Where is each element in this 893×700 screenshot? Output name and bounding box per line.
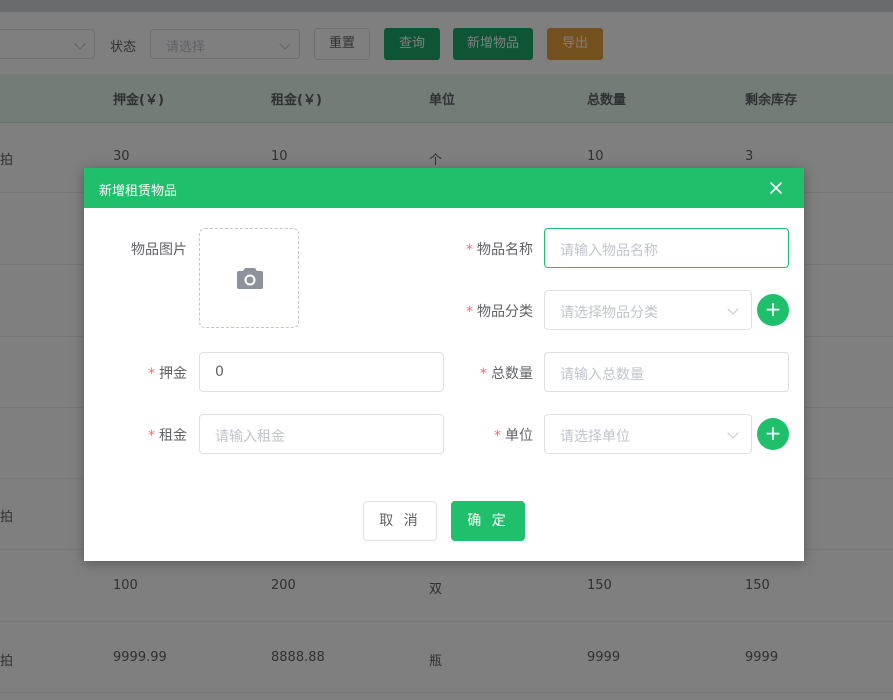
unit-placeholder: 请选择单位 [560,429,630,445]
image-label: 物品图片 [131,242,187,258]
chevron-down-icon [727,303,739,315]
total-input[interactable]: 请输入总数量 [544,352,789,392]
required-mark: * [480,366,487,382]
total-label: * 总数量 [424,363,533,383]
chevron-down-icon [727,427,739,439]
close-icon[interactable] [768,180,784,196]
dialog-title: 新增租赁物品 [99,184,178,199]
category-placeholder: 请选择物品分类 [560,305,658,321]
total-placeholder: 请输入总数量 [560,367,644,383]
unit-select[interactable]: 请选择单位 [544,414,752,454]
unit-label: * 单位 [424,425,533,445]
rent-input[interactable]: 请输入租金 [199,414,444,454]
rent-label-text: 租金 [159,428,187,444]
name-label: * 物品名称 [424,239,533,259]
category-label-text: 物品分类 [477,304,533,320]
image-upload[interactable] [199,228,299,328]
cancel-button[interactable]: 取 消 [363,501,437,541]
total-label-text: 总数量 [491,366,533,382]
add-category-button[interactable]: + [757,294,789,326]
rent-label: * 租金 [104,425,187,445]
category-select[interactable]: 请选择物品分类 [544,290,752,330]
confirm-button[interactable]: 确 定 [451,501,525,541]
category-label: * 物品分类 [424,301,533,321]
name-label-text: 物品名称 [477,242,533,258]
required-mark: * [148,366,155,382]
deposit-input[interactable]: 0 [199,352,444,392]
camera-icon [237,268,263,289]
add-item-dialog: 新增租赁物品 物品图片 * 物品名称 请输入物品名称 * 物品分类 请选择物品分类 … [84,168,804,561]
required-mark: * [466,304,473,320]
required-mark: * [148,428,155,444]
rent-placeholder: 请输入租金 [215,429,285,445]
required-mark: * [494,428,501,444]
add-unit-button[interactable]: + [757,418,789,450]
name-placeholder: 请输入物品名称 [560,243,658,259]
name-input[interactable]: 请输入物品名称 [544,228,789,268]
unit-label-text: 单位 [505,428,533,444]
deposit-value: 0 [215,364,224,380]
dialog-header: 新增租赁物品 [84,168,804,208]
deposit-label: * 押金 [104,363,187,383]
deposit-label-text: 押金 [159,366,187,382]
required-mark: * [466,242,473,258]
